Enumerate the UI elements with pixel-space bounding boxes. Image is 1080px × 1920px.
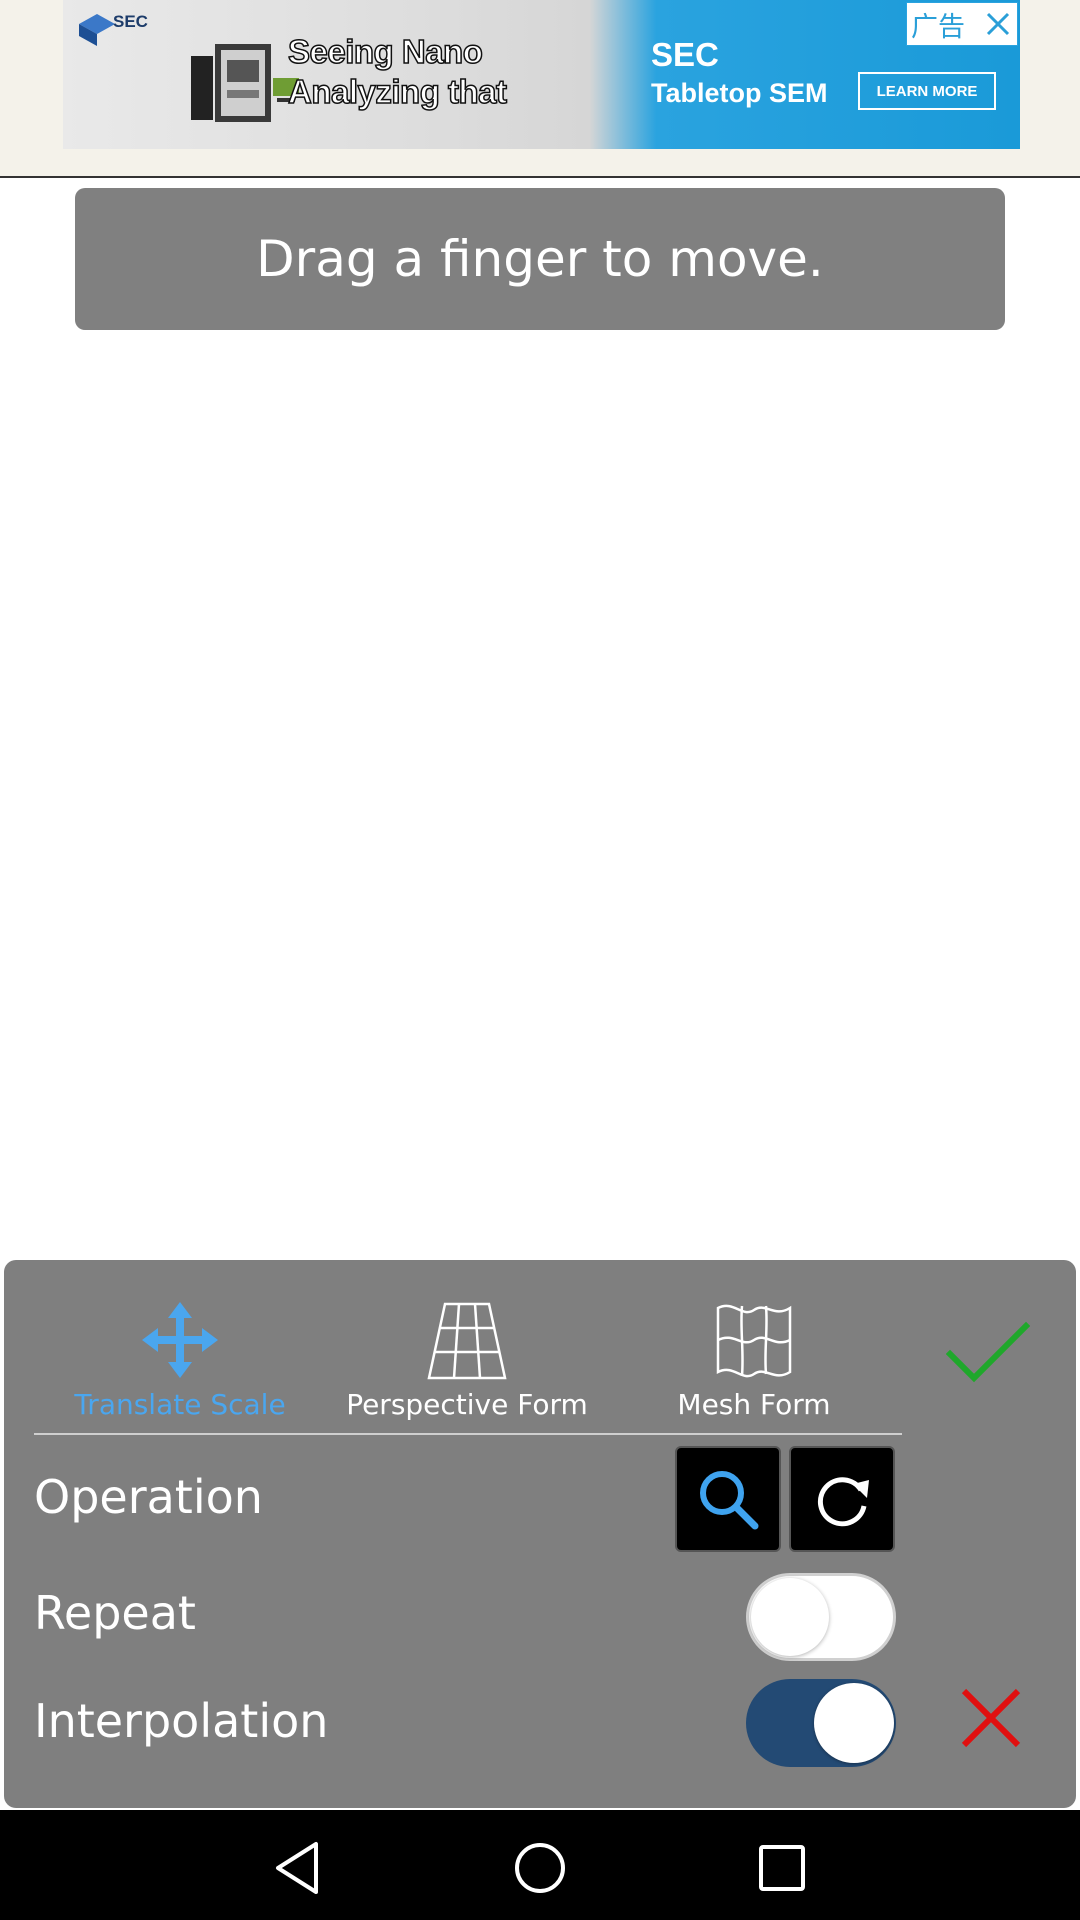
tab-perspective-form[interactable]: Perspective Form — [342, 1300, 592, 1421]
checkmark-icon[interactable] — [946, 1320, 1030, 1390]
mesh-warp-icon — [716, 1304, 792, 1378]
home-icon[interactable] — [510, 1838, 570, 1898]
system-nav-bar — [0, 1810, 1080, 1920]
ad-headline-line1: Seeing Nano — [287, 32, 483, 71]
tab-mesh-form[interactable]: Mesh Form — [644, 1300, 864, 1421]
zoom-button[interactable] — [675, 1446, 781, 1552]
move-arrows-icon — [142, 1302, 218, 1378]
repeat-toggle[interactable] — [746, 1573, 896, 1661]
rotate-button[interactable] — [789, 1446, 895, 1552]
ad-headline: Seeing Nano Analyzing that — [287, 32, 588, 112]
ad-logo-text: SEC — [113, 12, 148, 31]
ad-tag-label: 广告 — [911, 11, 965, 43]
sem-device-image — [191, 44, 299, 122]
transform-panel: Translate Scale Perspective Form Mesh Fo… — [4, 1260, 1076, 1808]
operation-label: Operation — [34, 1470, 263, 1524]
tab-label-mesh-form: Mesh Form — [677, 1388, 831, 1421]
interpolation-toggle[interactable] — [746, 1679, 896, 1767]
search-icon — [700, 1471, 759, 1530]
toggle-knob — [751, 1578, 829, 1656]
back-icon[interactable] — [270, 1838, 330, 1898]
ad-product: Tabletop SEM — [651, 78, 828, 108]
rotate-icon — [817, 1477, 869, 1527]
interpolation-label: Interpolation — [34, 1694, 329, 1748]
tab-label-translate-scale: Translate Scale — [74, 1388, 286, 1421]
recent-apps-icon[interactable] — [752, 1838, 812, 1898]
ad-banner[interactable]: SEC Seeing Nano Analyzing that SEC Table… — [63, 0, 1020, 149]
tabs-divider — [34, 1433, 902, 1435]
ad-headline-line2: Analyzing that — [287, 72, 508, 111]
toggle-knob — [814, 1683, 894, 1763]
hint-toast: Drag a finger to move. — [75, 188, 1005, 330]
ad-tag[interactable]: 广告 — [906, 2, 1018, 46]
perspective-grid-icon — [427, 1302, 507, 1380]
ad-area: SEC Seeing Nano Analyzing that SEC Table… — [0, 0, 1080, 178]
tab-label-perspective-form: Perspective Form — [346, 1388, 588, 1421]
tab-translate-scale[interactable]: Translate Scale — [70, 1300, 290, 1421]
close-icon[interactable] — [960, 1687, 1022, 1749]
ad-brand: SEC — [651, 36, 719, 73]
close-icon[interactable] — [985, 11, 1011, 37]
repeat-label: Repeat — [34, 1586, 196, 1640]
ad-learn-more-button[interactable]: LEARN MORE — [858, 72, 996, 110]
